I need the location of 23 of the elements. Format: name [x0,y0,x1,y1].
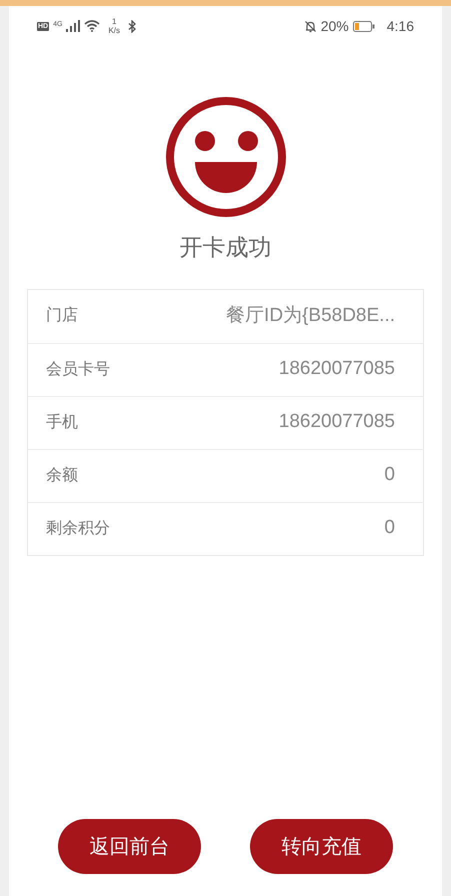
battery-icon [352,20,375,32]
bluetooth-icon [128,20,136,32]
detail-label: 剩余积分 [46,518,110,538]
detail-value: 餐厅ID为{B58D8E... [226,304,395,328]
clock-time: 4:16 [386,16,414,36]
detail-label: 余额 [46,466,78,486]
battery-percent: 20% [320,16,349,36]
result-title: 开卡成功 [178,233,272,262]
smiley-face-icon [164,96,286,218]
signal-icon [66,20,80,32]
wifi-icon [84,20,100,32]
action-button[interactable]: 转向充值 [250,819,393,874]
muted-bell-icon [304,20,317,32]
detail-label: 手机 [46,412,78,432]
detail-value: 0 [384,516,395,540]
detail-value: 18620077085 [278,410,395,434]
speed-value: 1 [112,17,116,26]
detail-value: 0 [384,463,395,488]
detail-label: 会员卡号 [46,360,110,380]
detail-label: 门店 [46,306,78,326]
speed-unit: K/s [108,26,120,35]
action-button[interactable]: 返回前台 [58,819,201,874]
detail-value: 18620077085 [278,357,395,382]
